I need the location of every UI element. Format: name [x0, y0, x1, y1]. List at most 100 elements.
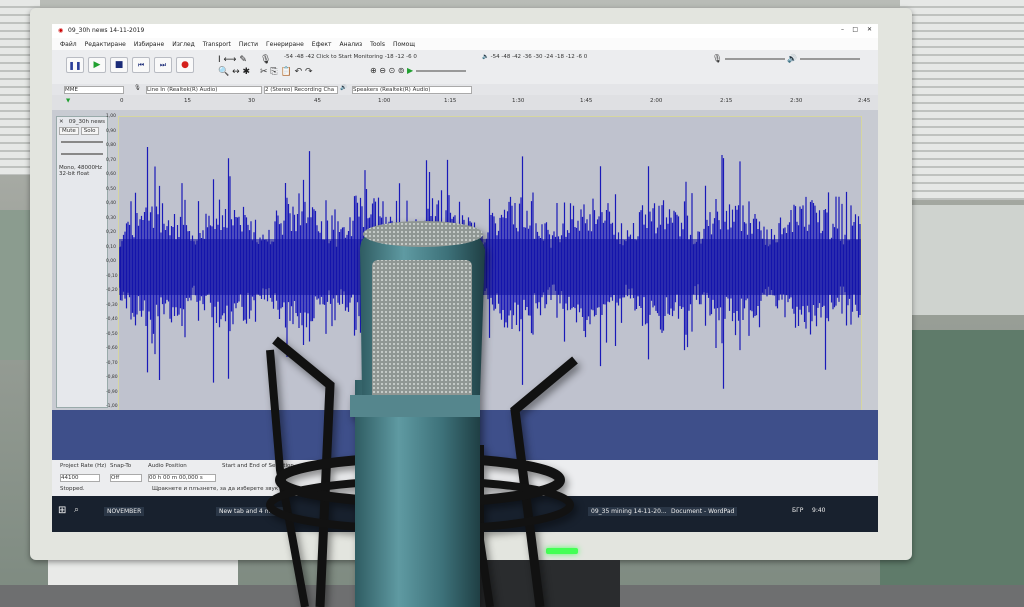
playback-meter-tick: -54	[490, 54, 500, 60]
amplitude-label: -0,30	[106, 302, 118, 308]
device-toolbar: MME 🎙 Line In (Realtek(R) Audio) 2 (Ster…	[52, 84, 878, 95]
cut-icon[interactable]: ✂	[260, 67, 268, 77]
skip-start-button[interactable]: ⏮	[132, 57, 150, 73]
zoom-out-icon[interactable]: ⊖	[379, 66, 386, 75]
menu-transport[interactable]: Transport	[203, 41, 231, 48]
timeline-tick: 1:15	[444, 98, 457, 104]
menu-tracks[interactable]: Писти	[239, 41, 258, 48]
play-button[interactable]: ▶	[88, 57, 106, 73]
zoom-tool-icon[interactable]: 🔍	[218, 67, 229, 77]
copy-icon[interactable]: ⎘	[270, 67, 277, 77]
menu-file[interactable]: Файл	[60, 41, 77, 48]
mute-button[interactable]: Mute	[59, 127, 79, 135]
acoustic-panel	[0, 210, 30, 360]
status-text: Stopped.	[60, 486, 85, 492]
host-select[interactable]: MME	[64, 86, 124, 94]
play-at-speed-icon[interactable]: ▶	[407, 66, 413, 75]
gain-slider[interactable]	[61, 141, 103, 143]
timeline-tick: 1:45	[580, 98, 593, 104]
taskbar-clock[interactable]: 9:40	[812, 507, 825, 514]
amplitude-scale: 1,00 0,90 0,80 0,70 0,60 0,50 0,40 0,30 0,20 0,10…	[106, 114, 118, 409]
input-device-select[interactable]: Line In (Realtek(R) Audio)	[146, 86, 262, 94]
timeline-tick: 15	[184, 98, 191, 104]
search-icon[interactable]: ⌕	[74, 505, 79, 515]
speaker-volume-icon: 🔊	[787, 54, 798, 63]
language-indicator[interactable]: БГР	[792, 507, 803, 514]
play-speed-slider[interactable]	[415, 69, 466, 72]
playback-meter-tick: -30	[533, 54, 543, 60]
taskbar-item-wordpad[interactable]: Document - WordPad	[668, 507, 738, 516]
mixer-toolbar: 🎙 🔊	[712, 54, 860, 63]
playback-meter-tick: -42	[512, 54, 522, 60]
amplitude-label: -0,80	[106, 375, 118, 380]
windows-start-icon[interactable]: ⊞	[58, 505, 66, 516]
menu-analyze[interactable]: Анализ	[340, 41, 363, 48]
record-meter-tick: -54	[284, 54, 293, 60]
track-name[interactable]: 09_30h news	[69, 119, 105, 125]
record-meter[interactable]: -54 -48 -42 Click to Start Monitoring -1…	[284, 54, 470, 60]
record-meter-tick: -12	[395, 54, 405, 60]
channels-select[interactable]: 2 (Stereo) Recording Cha	[264, 86, 338, 94]
redo-icon[interactable]: ↷	[305, 67, 313, 77]
pause-icon: ❚❚	[68, 60, 82, 70]
track-close-icon[interactable]: ✕	[59, 119, 64, 125]
tools-toolbar: I ⟷ ✎ 🔍 ↔ ✱	[218, 54, 250, 78]
fit-selection-icon[interactable]: ⊙	[389, 66, 396, 75]
track-control-panel[interactable]: ✕ 09_30h news Mute Solo Mono, 48000Hz 32…	[56, 116, 108, 408]
window-blinds-right	[900, 0, 1024, 200]
menu-help[interactable]: Помощ	[393, 41, 415, 48]
draw-tool-icon[interactable]: ✎	[239, 55, 247, 65]
snap-to-select[interactable]: Off	[110, 474, 142, 482]
maximize-icon[interactable]: □	[852, 26, 858, 33]
multi-tool-icon[interactable]: ✱	[243, 67, 251, 77]
menu-generate[interactable]: Генериране	[266, 41, 304, 48]
playback-meter[interactable]: 🔈 -54 -48 -42 -36 -30 -24 -18 -12 -6 0	[482, 54, 692, 60]
selection-tool-icon[interactable]: I	[218, 55, 221, 65]
stop-button[interactable]: ■	[110, 57, 128, 73]
record-button[interactable]: ●	[176, 57, 194, 73]
microphone-body	[350, 221, 485, 607]
taskbar-item-folder[interactable]: NOVEMBER	[104, 507, 145, 516]
skip-end-icon: ⏭	[159, 60, 167, 69]
microphone-icon[interactable]: 🎙	[260, 55, 271, 65]
timeline-tick: 1:00	[378, 98, 391, 104]
project-rate-select[interactable]: 44100	[60, 474, 100, 482]
close-icon[interactable]: ✕	[867, 26, 872, 33]
recording-volume-slider[interactable]	[724, 57, 785, 60]
minimize-icon[interactable]: –	[841, 26, 844, 33]
amplitude-label: -0,60	[106, 346, 118, 351]
record-meter-tick: -42	[305, 54, 315, 60]
fit-project-icon[interactable]: ⊚	[398, 66, 405, 75]
timeline-tick: 0	[120, 98, 124, 104]
window-title: 09_30h news 14-11-2019	[68, 27, 145, 34]
app-icon: ◉	[58, 27, 64, 34]
timeline-play-icon[interactable]: ▼	[66, 98, 70, 104]
amplitude-label: 0,70	[106, 157, 117, 163]
undo-icon[interactable]: ↶	[295, 67, 303, 77]
output-speaker-icon: 🔊	[340, 85, 347, 91]
menu-effect[interactable]: Ефект	[312, 41, 332, 48]
menu-view[interactable]: Изглед	[172, 41, 195, 48]
menu-select[interactable]: Избиране	[134, 41, 164, 48]
paste-icon[interactable]: 📋	[281, 67, 292, 77]
pause-button[interactable]: ❚❚	[66, 57, 84, 73]
track-bitdepth: 32-bit float	[59, 171, 90, 177]
snap-to-label: Snap-To	[110, 463, 132, 469]
amplitude-label: -0,10	[106, 273, 118, 279]
solo-button[interactable]: Solo	[80, 127, 99, 135]
skip-start-icon: ⏮	[137, 60, 145, 69]
timeline-ruler[interactable]: ▼ 0 15 30 45 1:00 1:15 1:30 1:45 2:00 2:…	[52, 95, 878, 111]
menu-edit[interactable]: Редактиране	[85, 41, 126, 48]
playback-meter-tick: -12	[565, 54, 575, 60]
skip-end-button[interactable]: ⏭	[154, 57, 172, 73]
playback-volume-slider[interactable]	[799, 57, 860, 60]
envelope-tool-icon[interactable]: ⟷	[224, 55, 237, 65]
output-device-select[interactable]: Speakers (Realtek(R) Audio)	[352, 86, 472, 94]
menu-tools[interactable]: Tools	[370, 41, 385, 48]
zoom-in-icon[interactable]: ⊕	[370, 66, 377, 75]
amplitude-label: -0,70	[106, 360, 118, 366]
pan-slider[interactable]	[61, 153, 103, 155]
timeshift-tool-icon[interactable]: ↔	[232, 67, 240, 77]
amplitude-label: 0,30	[106, 215, 117, 221]
record-meter-hint[interactable]: Click to Start Monitoring	[316, 54, 383, 60]
